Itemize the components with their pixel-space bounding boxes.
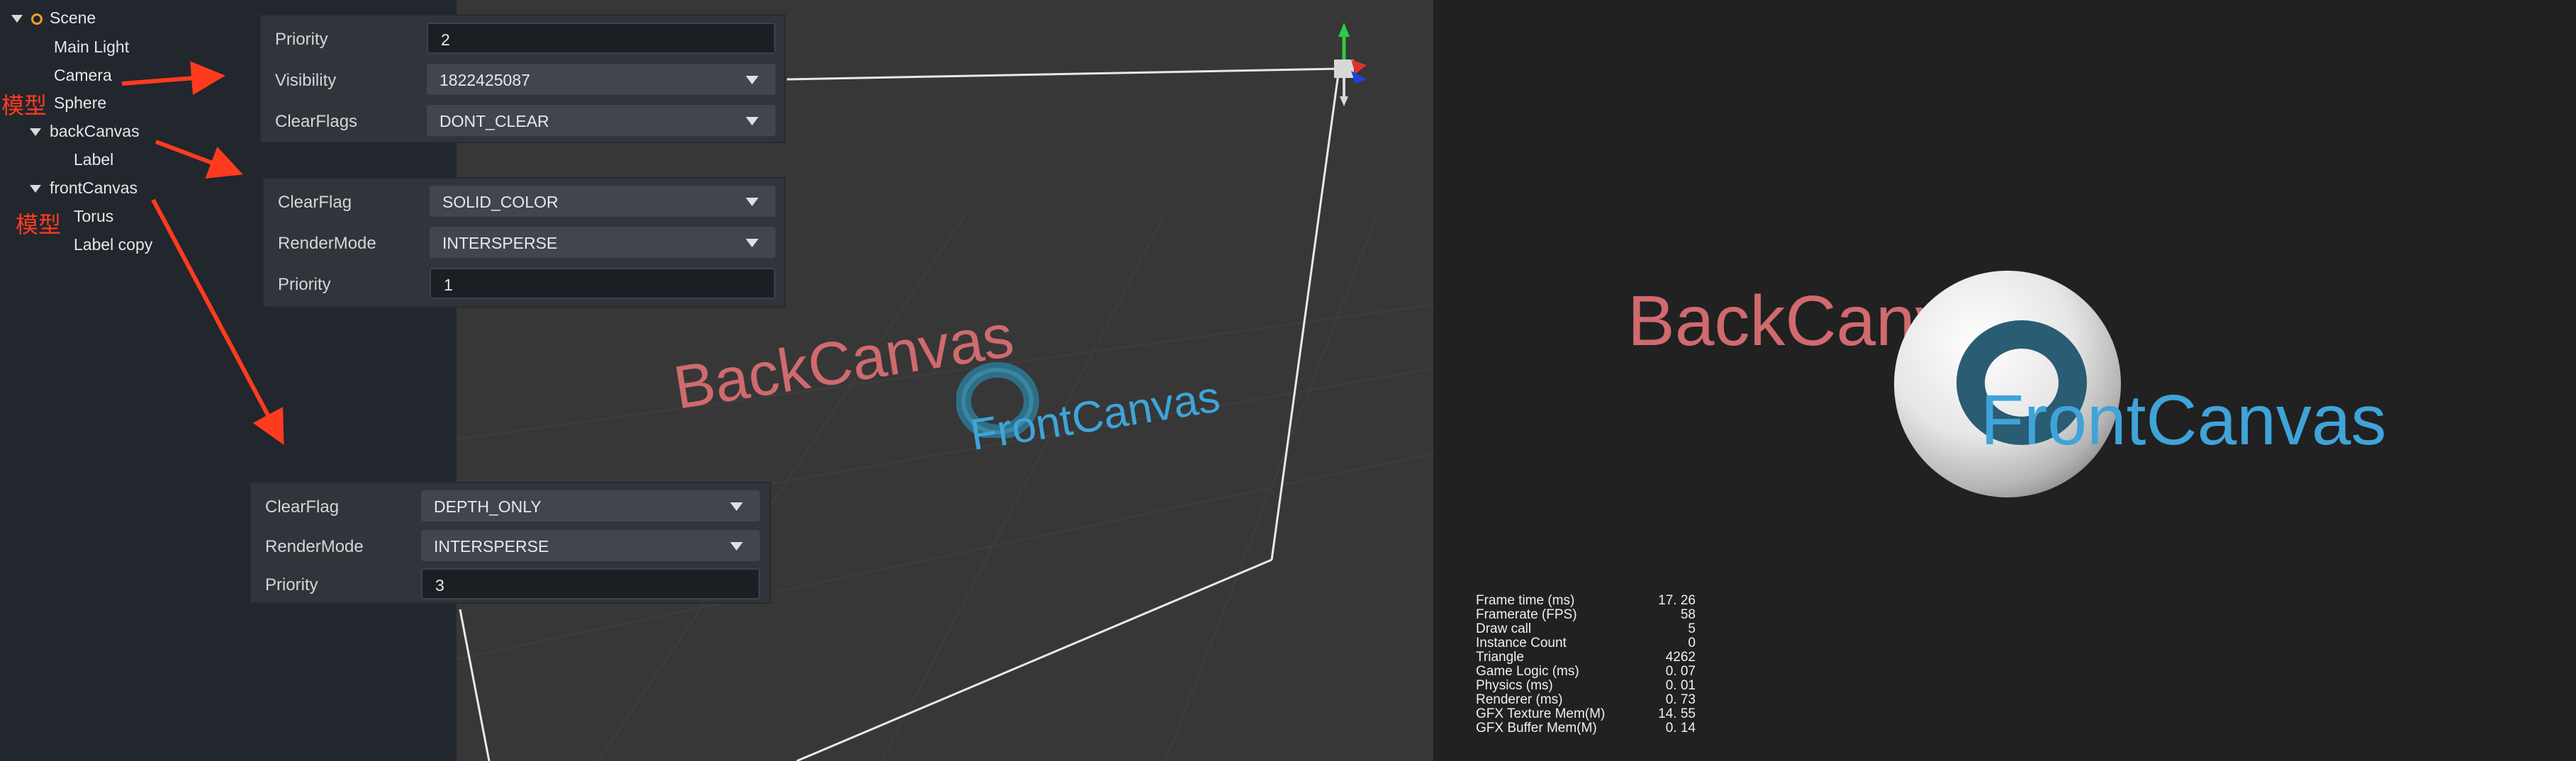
stats-row: GFX Texture Mem(M) 14. 55: [1476, 707, 1696, 721]
property-label: Priority: [265, 575, 318, 594]
stats-label: GFX Texture Mem(M): [1476, 706, 1606, 721]
stats-value: 0. 07: [1665, 664, 1696, 679]
stats-label: Physics (ms): [1476, 678, 1553, 693]
arrow-frontcanvas-to-panel: [151, 198, 284, 445]
stats-label: Framerate (FPS): [1476, 607, 1577, 622]
frustum-edge-left: [459, 609, 491, 761]
chevron-down-icon: [730, 542, 743, 551]
arrow-camera-to-panel: [121, 61, 225, 96]
stats-value: 17. 26: [1658, 593, 1696, 608]
priority-input[interactable]: 3: [421, 568, 760, 599]
stats-label: Instance Count: [1476, 636, 1567, 650]
stats-row: Triangle 4262: [1476, 650, 1696, 665]
stats-value: 14. 55: [1658, 706, 1696, 721]
editor-screenshot: Scene Main Light Camera Sphere backCanva…: [0, 0, 2576, 761]
stats-overlay: Frame time (ms) 17. 26 Framerate (FPS) 58 Dr…: [1476, 594, 1696, 735]
stats-row: Framerate (FPS) 58: [1476, 608, 1696, 622]
frustum-edge-top: [786, 67, 1340, 81]
property-label: RenderMode: [265, 537, 364, 556]
property-row-priority: Priority 3: [251, 564, 770, 604]
stats-row: Renderer (ms) 0. 73: [1476, 693, 1696, 707]
stats-row: Physics (ms) 0. 01: [1476, 679, 1696, 693]
chevron-down-icon: [730, 502, 743, 511]
select-value: INTERSPERSE: [434, 537, 549, 556]
stats-value: 0. 73: [1665, 692, 1696, 707]
stats-label: Renderer (ms): [1476, 692, 1563, 707]
frustum-edge-bottom: [796, 558, 1272, 761]
stats-row: Game Logic (ms) 0. 07: [1476, 665, 1696, 679]
stats-label: GFX Buffer Mem(M): [1476, 721, 1597, 735]
select-value: DEPTH_ONLY: [434, 497, 542, 516]
rendermode-select[interactable]: INTERSPERSE: [421, 530, 760, 561]
stats-value: 0: [1688, 636, 1696, 650]
stats-row: Draw call 5: [1476, 622, 1696, 636]
stats-row: Frame time (ms) 17. 26: [1476, 594, 1696, 608]
arrow-backcanvas-to-panel: [155, 140, 243, 179]
stats-value: 4262: [1665, 650, 1696, 665]
stats-value: 0. 01: [1665, 678, 1696, 693]
stats-label: Draw call: [1476, 621, 1532, 636]
stats-label: Game Logic (ms): [1476, 664, 1579, 679]
game-front-text: FrontCanvas: [1981, 380, 2387, 460]
frontcanvas-properties-panel: ClearFlag DEPTH_ONLY RenderMode INTERSPE…: [250, 482, 771, 604]
property-label: ClearFlag: [265, 497, 340, 517]
property-row-rendermode: RenderMode INTERSPERSE: [251, 526, 770, 565]
stats-row: GFX Buffer Mem(M) 0. 14: [1476, 721, 1696, 735]
annotation-arrows: [121, 61, 284, 445]
stats-value: 0. 14: [1665, 721, 1696, 735]
stats-label: Triangle: [1476, 650, 1524, 665]
frustum-edge-right: [1270, 68, 1340, 560]
stats-row: Instance Count 0: [1476, 636, 1696, 650]
stats-value: 58: [1680, 607, 1696, 622]
camera-gizmo-icon[interactable]: [1320, 17, 1377, 109]
stats-value: 5: [1688, 621, 1696, 636]
stats-label: Frame time (ms): [1476, 593, 1575, 608]
